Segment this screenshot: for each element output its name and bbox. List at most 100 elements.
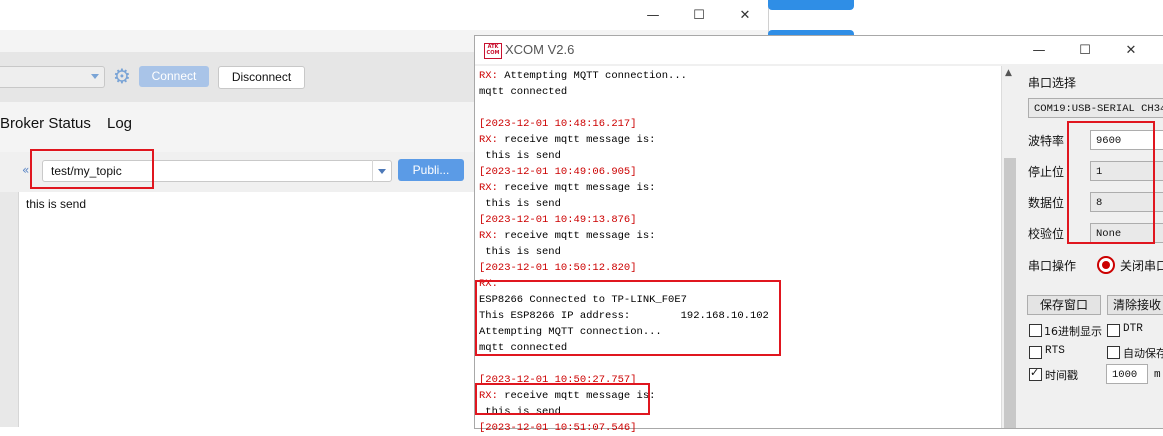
line-text: this is send — [479, 246, 561, 258]
port-select-label: 串口选择 — [1028, 76, 1077, 90]
payload-editor[interactable] — [19, 192, 475, 427]
parity-select[interactable]: None — [1090, 223, 1163, 243]
line-text: ESP8266 Connected to TP-LINK_F0E7 — [479, 294, 687, 306]
baud-label: 波特率 — [1028, 134, 1065, 148]
left-gutter — [0, 192, 19, 427]
timestamp-interval-input[interactable]: 1000 — [1106, 364, 1148, 384]
line-text: receive mqtt message is: — [497, 390, 656, 402]
terminal-line: RX: receive mqtt message is: — [479, 180, 769, 196]
terminal-line: [2023-12-01 10:50:12.820] — [479, 260, 769, 276]
terminal-line: This ESP8266 IP address: 192.168.10.102 — [479, 308, 769, 324]
line-text: receive mqtt message is: — [497, 230, 656, 242]
databits-select[interactable]: 8 — [1090, 192, 1163, 212]
timestamp-unit: m — [1154, 369, 1161, 381]
rx-prefix: RX: — [479, 390, 498, 402]
minimize-button[interactable]: — — [630, 0, 676, 30]
line-text: this is send — [479, 198, 561, 210]
gear-icon[interactable]: ⚙ — [111, 65, 133, 87]
connect-button[interactable]: Connect — [139, 66, 209, 87]
terminal-line: [2023-12-01 10:50:27.757] — [479, 372, 769, 388]
terminal-line: RX: receive mqtt message is: — [479, 132, 769, 148]
rx-prefix: RX: — [479, 182, 498, 194]
line-text: receive mqtt message is: — [497, 134, 656, 146]
timestamp-text: [2023-12-01 10:48:16.217] — [479, 118, 637, 130]
close-button[interactable]: ✕ — [1108, 36, 1154, 64]
background-window-bar — [768, 0, 854, 10]
close-button[interactable]: ✕ — [722, 0, 768, 30]
rx-prefix: RX: — [479, 278, 498, 290]
publish-button[interactable]: Publi... — [398, 159, 464, 181]
xcom-logo-icon: ATK COM — [484, 43, 502, 59]
line-text: Attempting MQTT connection... — [497, 70, 687, 82]
minimize-button[interactable]: — — [1016, 36, 1062, 64]
rx-prefix: RX: — [479, 134, 498, 146]
timestamp-text: [2023-12-01 10:49:13.876] — [479, 214, 637, 226]
maximize-button[interactable]: ☐ — [1062, 36, 1108, 64]
timestamp-label: 时间戳 — [1045, 369, 1078, 382]
scroll-up-icon[interactable]: ▲ — [1005, 68, 1012, 78]
connection-profile-select[interactable] — [0, 66, 105, 88]
close-port-button[interactable]: 关闭串口 — [1120, 257, 1163, 274]
line-text: mqtt connected — [479, 86, 568, 98]
rts-checkbox[interactable] — [1029, 346, 1042, 359]
stopbits-label: 停止位 — [1028, 165, 1065, 179]
line-text: This ESP8266 IP address: 192.168.10.102 — [479, 310, 769, 322]
dtr-label: DTR — [1123, 323, 1143, 335]
timestamp-text: [2023-12-01 10:49:06.905] — [479, 166, 637, 178]
terminal-line: RX: receive mqtt message is: — [479, 228, 769, 244]
clear-receive-button[interactable]: 清除接收 — [1107, 295, 1163, 315]
save-window-button[interactable]: 保存窗口 — [1027, 295, 1101, 315]
port-status-icon — [1097, 256, 1115, 274]
serial-settings-panel: 串口选择 COM19:USB-SERIAL CH34 波特率 9600 停止位 … — [1019, 66, 1163, 428]
topic-value: test/my_topic — [51, 164, 122, 178]
rx-prefix: RX: — [479, 70, 498, 82]
terminal-line: this is send — [479, 148, 769, 164]
terminal-line: ESP8266 Connected to TP-LINK_F0E7 — [479, 292, 769, 308]
line-text: this is send — [479, 406, 561, 418]
databits-label: 数据位 — [1028, 196, 1065, 210]
maximize-button[interactable]: ☐ — [676, 0, 722, 30]
terminal-line: mqtt connected — [479, 84, 769, 100]
terminal-line: RX: receive mqtt message is: — [479, 388, 769, 404]
disconnect-button[interactable]: Disconnect — [218, 66, 305, 89]
terminal-line: Attempting MQTT connection... — [479, 324, 769, 340]
auto-save-label: 自动保存 — [1123, 347, 1163, 360]
terminal-line: [2023-12-01 10:51:07.546] — [479, 420, 769, 436]
dtr-checkbox[interactable] — [1107, 324, 1120, 337]
timestamp-checkbox[interactable] — [1029, 366, 1042, 381]
terminal-line: [2023-12-01 10:49:13.876] — [479, 212, 769, 228]
stopbits-select[interactable]: 1 — [1090, 161, 1163, 181]
timestamp-text: [2023-12-01 10:50:12.820] — [479, 262, 637, 274]
line-text: Attempting MQTT connection... — [479, 326, 662, 338]
terminal-line: [2023-12-01 10:49:06.905] — [479, 164, 769, 180]
line-text: receive mqtt message is: — [497, 182, 656, 194]
port-select[interactable]: COM19:USB-SERIAL CH34 — [1028, 98, 1163, 118]
collapse-icon[interactable]: « — [22, 163, 29, 177]
chevron-down-icon — [91, 74, 99, 79]
timestamp-text: [2023-12-01 10:50:27.757] — [479, 374, 637, 386]
topic-input[interactable]: test/my_topic — [42, 160, 392, 182]
terminal-line: this is send — [479, 404, 769, 420]
rx-prefix: RX: — [479, 230, 498, 242]
terminal-line: RX: — [479, 276, 769, 292]
tab-log[interactable]: Log — [107, 115, 132, 132]
xcom-title-bar: ATK COM XCOM V2.6 — ☐ ✕ — [475, 36, 1163, 64]
mqtt-title-bar: — ☐ ✕ — [0, 0, 768, 30]
auto-save-checkbox[interactable] — [1107, 346, 1120, 359]
terminal-scrollbar[interactable]: ▲ — [1001, 66, 1019, 428]
xcom-title: XCOM V2.6 — [505, 42, 575, 57]
baud-select[interactable]: 9600 — [1090, 130, 1163, 150]
payload-text: this is send — [26, 197, 87, 211]
scrollbar-thumb[interactable] — [1004, 158, 1016, 428]
topic-history-dropdown[interactable] — [372, 160, 391, 182]
hex-display-checkbox[interactable] — [1029, 324, 1042, 337]
timestamp-text: [2023-12-01 10:51:07.546] — [479, 422, 637, 434]
terminal-lines: RX: Attempting MQTT connection... mqtt co… — [479, 68, 769, 436]
terminal-line: mqtt connected — [479, 340, 769, 356]
terminal-line: this is send — [479, 244, 769, 260]
receive-terminal[interactable]: RX: Attempting MQTT connection... mqtt co… — [475, 66, 1002, 434]
terminal-line: RX: Attempting MQTT connection... — [479, 68, 769, 84]
tab-broker-status[interactable]: Broker Status — [0, 115, 91, 132]
